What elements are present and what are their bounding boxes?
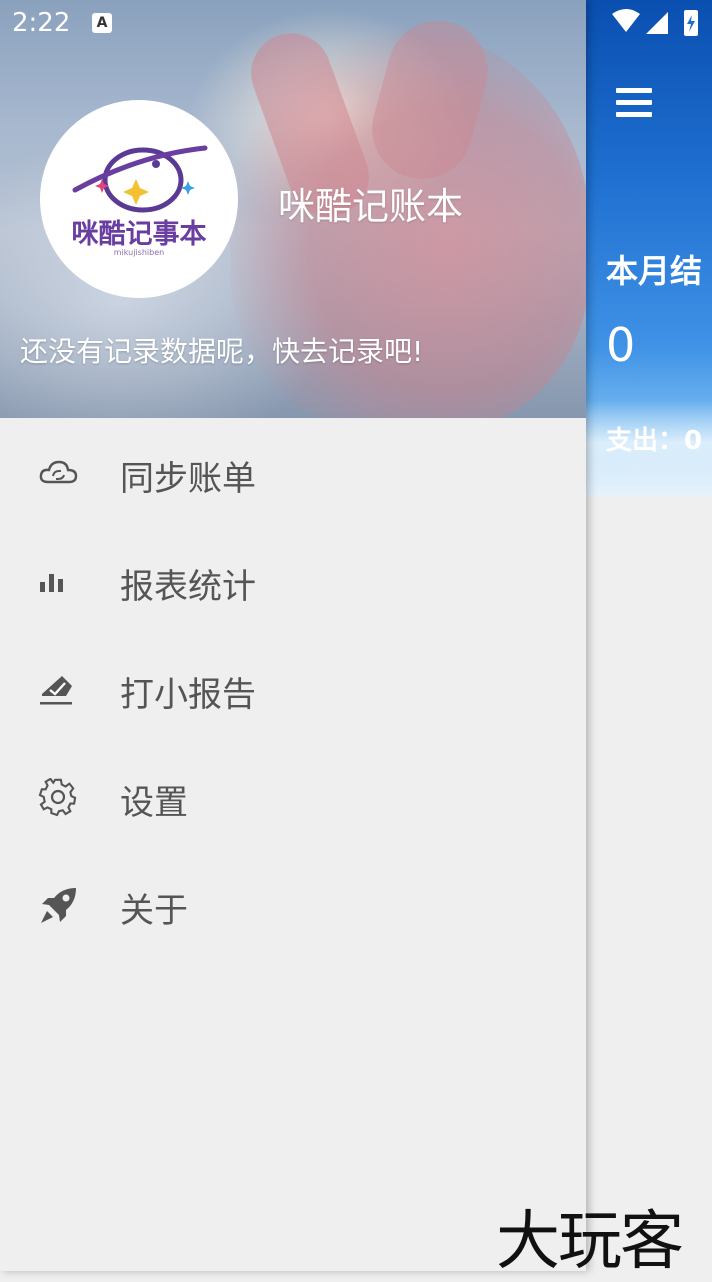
app-logo[interactable]: 咪酷记事本 mikujishiben — [40, 100, 238, 298]
app-name: 咪酷记账本 — [278, 185, 463, 228]
menu-item-sync-bills[interactable]: 同步账单 — [0, 420, 586, 528]
menu-item-about[interactable]: 关于 — [0, 852, 586, 960]
month-summary-value: 0 — [606, 318, 636, 372]
drawer-menu: 同步账单 报表统计 打小报告 设置 关于 — [0, 420, 586, 960]
expense-label: 支出：0 — [606, 426, 703, 456]
navigation-drawer: 咪酷记事本 mikujishiben 咪酷记账本 还没有记录数据呢，快去记录吧!… — [0, 0, 586, 1271]
menu-item-report-stats[interactable]: 报表统计 — [0, 528, 586, 636]
status-time: 2:22 — [12, 8, 71, 38]
menu-item-label: 同步账单 — [120, 459, 256, 499]
menu-item-settings[interactable]: 设置 — [0, 744, 586, 852]
menu-item-label: 报表统计 — [120, 567, 256, 607]
menu-item-small-report[interactable]: 打小报告 — [0, 636, 586, 744]
notification-icon: A — [92, 13, 112, 33]
logo-title: 咪酷记事本 — [71, 219, 207, 250]
status-icons — [612, 9, 698, 36]
signal-icon — [646, 12, 668, 34]
watermark: 大玩客 — [496, 1205, 684, 1279]
wifi-icon — [612, 9, 640, 32]
rocket-icon — [41, 888, 76, 923]
menu-item-label: 打小报告 — [120, 675, 256, 715]
logo-planet-icon — [72, 145, 208, 213]
menu-item-label: 关于 — [120, 891, 188, 931]
bar-chart-icon — [40, 574, 63, 592]
report-icon — [40, 676, 72, 705]
menu-item-label: 设置 — [120, 783, 188, 823]
gear-icon — [38, 778, 77, 817]
drawer-header: 咪酷记事本 mikujishiben 咪酷记账本 还没有记录数据呢，快去记录吧! — [0, 0, 586, 418]
cloud-sync-icon — [39, 460, 78, 484]
empty-data-tip: 还没有记录数据呢，快去记录吧! — [20, 335, 424, 368]
logo-subtitle: mikujishiben — [113, 248, 165, 257]
menu-icon[interactable] — [616, 88, 652, 118]
month-summary-title: 本月结 — [606, 252, 703, 290]
